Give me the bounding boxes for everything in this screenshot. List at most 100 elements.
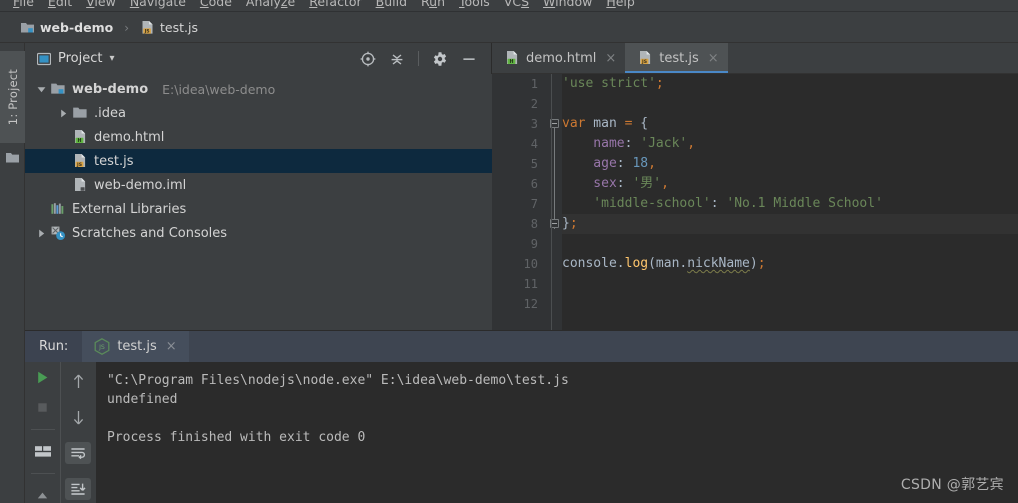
menu-item-view[interactable]: View [79,0,123,11]
code-token: { [632,116,649,131]
down-arrow-icon[interactable] [65,406,91,428]
tree-row-label: web-demo.iml [94,177,187,193]
tree-row-label: demo.html [94,129,165,145]
svg-text:JS: JS [76,162,82,168]
menu-item-run[interactable]: Run [414,0,452,11]
collapse-all-icon[interactable] [389,51,405,67]
close-icon[interactable]: × [605,51,616,66]
code-token: man [585,116,625,131]
line-number: 11 [523,277,538,291]
menu-item-edit[interactable]: Edit [41,0,79,11]
line-number: 7 [530,197,538,211]
iml-file-icon [71,177,89,193]
code-line[interactable]: sex: '男', [562,174,1018,194]
project-tree[interactable]: web-demo E:\idea\web-demo .idea Hdemo.html J… [25,74,492,330]
project-panel-title-group[interactable]: Project ▾ [37,51,115,66]
menu-item-navigate[interactable]: Navigate [123,0,193,11]
code-token: 'No.1 Middle School' [726,196,883,211]
libraries-icon [49,201,67,217]
code-line[interactable] [562,234,1018,254]
locate-icon[interactable] [360,51,376,67]
menu-item-window[interactable]: Window [536,0,599,11]
console-output[interactable]: "C:\Program Files\nodejs\node.exe" E:\id… [96,362,1018,503]
run-panel-header: Run: JS test.js × [25,331,1018,362]
menu-mnemonic: F [13,0,20,9]
menu-item-vcs[interactable]: VCS [497,0,536,11]
chevron-down-icon[interactable]: ▾ [109,53,114,64]
soft-wrap-icon[interactable] [65,442,91,464]
scratches-icon [49,225,67,241]
close-icon[interactable]: × [166,339,177,354]
run-toolbar-left-column [25,362,60,503]
up-arrow-icon[interactable] [65,370,91,392]
tree-row[interactable]: Scratches and Consoles [25,221,492,245]
line-number: 12 [523,297,538,311]
code-token: sex [562,176,617,191]
structure-folder-icon[interactable] [5,151,20,164]
code-line[interactable]: var man = { [562,114,1018,134]
tree-row[interactable]: web-demo E:\idea\web-demo [25,77,492,101]
code-token: 'use strict' [562,76,656,91]
code-line[interactable]: console.log(man.nickName); [562,254,1018,274]
close-icon[interactable]: × [708,51,719,66]
menu-item-tools[interactable]: Tools [452,0,497,11]
sidebar-item-project[interactable]: 1: Project [0,51,25,143]
code-line[interactable]: name: 'Jack', [562,134,1018,154]
menu-item-build[interactable]: Build [369,0,414,11]
tree-expand-arrow-expanded[interactable] [33,84,49,95]
tree-row[interactable]: Hdemo.html [25,125,492,149]
tree-row-label: test.js [94,153,134,169]
code-line[interactable]: age: 18, [562,154,1018,174]
code-lines[interactable]: 'use strict'; var man = { name: 'Jack', … [562,74,1018,330]
module-folder-icon [49,81,67,97]
code-line[interactable]: 'middle-school': 'No.1 Middle School' [562,194,1018,214]
html-file-icon: H [504,50,520,66]
editor-tab-test-js[interactable]: JS test.js × [625,43,729,73]
code-line[interactable]: }; [562,214,1018,234]
tree-row[interactable]: External Libraries [25,197,492,221]
menu-item-refactor[interactable]: Refactor [302,0,368,11]
menu-mnemonic: z [280,0,288,9]
code-line[interactable]: 'use strict'; [562,74,1018,94]
hide-icon[interactable] [461,51,477,67]
tree-row[interactable]: JS test.js [25,149,492,173]
code-line[interactable] [562,94,1018,114]
menu-item-analyze[interactable]: Analyze [239,0,302,11]
run-tab-test-js[interactable]: JS test.js × [82,331,189,362]
line-number: 5 [530,157,538,171]
scroll-to-end-icon[interactable] [65,478,91,500]
stop-icon[interactable] [30,399,56,414]
code-token: , [648,156,656,171]
editor-tab-demo-html[interactable]: Hdemo.html × [492,43,625,73]
line-number: 9 [530,237,538,251]
menu-mnemonic: B [375,0,385,9]
menu-mnemonic: C [199,0,209,9]
settings-gear-icon[interactable] [432,51,448,67]
line-number: 10 [523,257,538,271]
tree-row[interactable]: web-demo.iml [25,173,492,197]
code-token: ; [569,216,578,231]
code-line[interactable] [562,294,1018,314]
breadcrumb-project[interactable]: web-demo [40,20,113,35]
code-token: ) [749,256,758,271]
menu-item-code[interactable]: Code [193,0,239,11]
tree-row[interactable]: .idea [25,101,492,125]
tree-expand-arrow-collapsed[interactable] [55,108,71,119]
tree-row-label: Scratches and Consoles [72,225,228,241]
menu-item-help[interactable]: Help [599,0,642,11]
breadcrumb-file[interactable]: test.js [160,20,198,35]
code-token: 18 [632,156,649,171]
run-panel-label: Run: [25,331,83,362]
code-line[interactable] [562,274,1018,294]
console-line: undefined [107,392,178,407]
layout-icon[interactable] [30,444,56,459]
code-token: var [562,116,586,131]
scroll-up-icon[interactable] [30,488,56,503]
code-editor[interactable]: 1 2 3 4 5 6 7 8 9 10 11 12 'use strict'; var man = … [492,74,1018,330]
menu-item-file[interactable]: File [6,0,41,11]
run-panel-body: "C:\Program Files\nodejs\node.exe" E:\id… [25,362,1018,503]
left-tool-strip: 1: Project [0,43,25,503]
tree-expand-arrow-collapsed[interactable] [33,228,49,239]
run-icon[interactable] [30,370,56,385]
run-tool-window: Run: JS test.js × "C:\Program Files\node… [25,330,1018,503]
